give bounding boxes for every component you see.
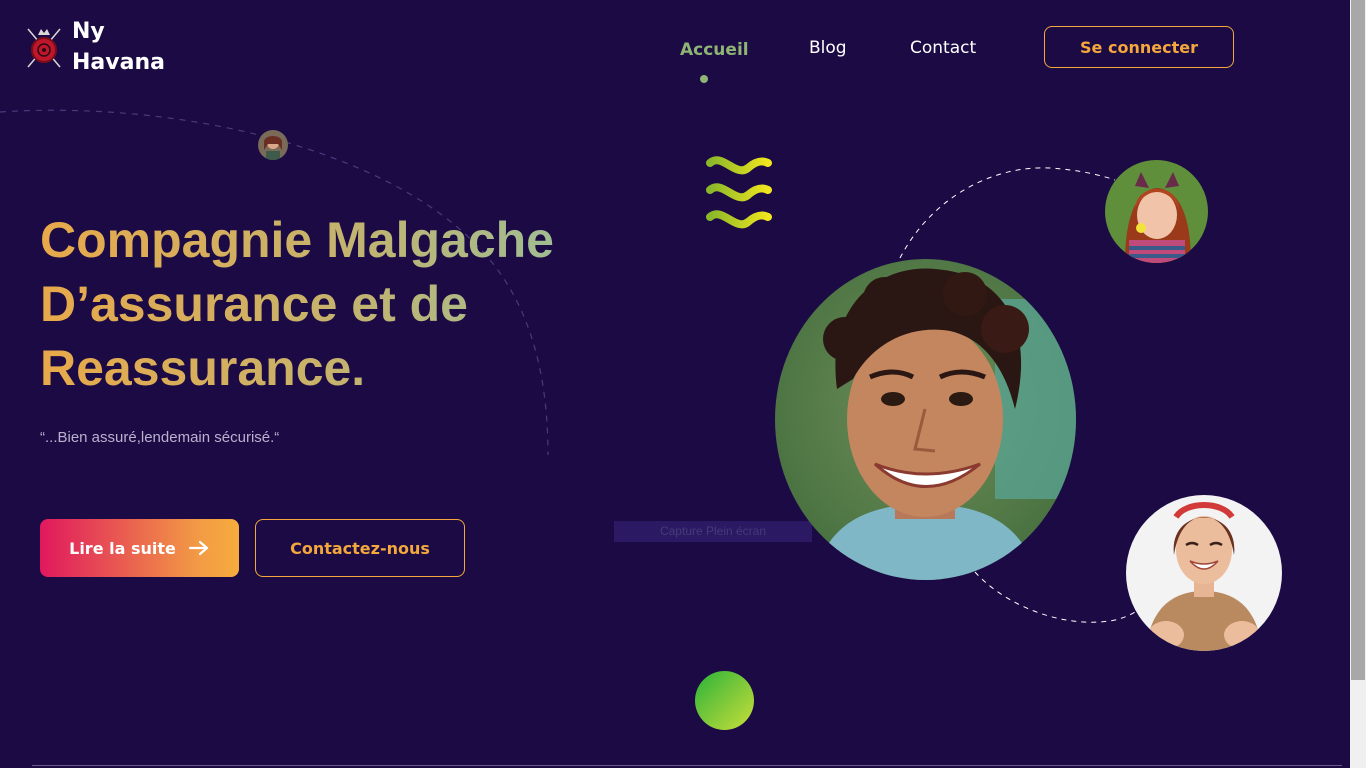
capture-tooltip: Capture Plein écran xyxy=(614,521,812,542)
active-nav-indicator xyxy=(700,75,708,83)
green-gradient-circle xyxy=(695,671,754,730)
vertical-scrollbar[interactable] xyxy=(1350,0,1366,768)
shield-emblem-icon xyxy=(27,28,61,68)
small-avatar-photo xyxy=(258,130,288,160)
right-dashed-arc-bottom xyxy=(974,571,1136,623)
nav-item-contact[interactable]: Contact xyxy=(910,38,976,58)
laughing-woman-photo xyxy=(1126,495,1282,651)
hero-title-line2: D’assurance et de xyxy=(40,276,468,332)
hero-title: Compagnie Malgache D’assurance et de Rea… xyxy=(40,208,660,400)
brand-name-line1: Ny xyxy=(72,19,105,44)
small-avatar xyxy=(258,130,288,160)
girl-with-flower-photo xyxy=(1105,160,1208,263)
bottom-avatar xyxy=(1126,495,1282,651)
brand-logo[interactable]: Ny Havana xyxy=(26,16,165,78)
hero-portrait xyxy=(775,259,1076,580)
bottom-divider xyxy=(32,765,1342,766)
hero-tagline: “...Bien assuré,lendemain sécurisé.“ xyxy=(40,429,280,446)
read-more-label: Lire la suite xyxy=(69,538,176,558)
login-button[interactable]: Se connecter xyxy=(1044,26,1234,68)
hero-title-line3: Reassurance. xyxy=(40,340,366,396)
wave-icon xyxy=(706,156,772,229)
right-dashed-arc-top xyxy=(899,167,1116,259)
brand-name: Ny Havana xyxy=(72,16,165,78)
brand-name-line2: Havana xyxy=(72,50,165,75)
top-avatar xyxy=(1105,160,1208,263)
landing-page: Ny Havana Accueil Blog Contact Se connec… xyxy=(0,0,1366,768)
smiling-man-photo xyxy=(775,259,1076,580)
nav-item-blog[interactable]: Blog xyxy=(809,38,847,58)
hero-title-line1: Compagnie Malgache xyxy=(40,212,554,268)
arrow-right-icon xyxy=(188,540,208,556)
read-more-button[interactable]: Lire la suite xyxy=(40,519,239,577)
contact-us-button[interactable]: Contactez-nous xyxy=(255,519,465,577)
scrollbar-thumb[interactable] xyxy=(1351,0,1365,680)
nav-item-accueil[interactable]: Accueil xyxy=(680,40,749,60)
